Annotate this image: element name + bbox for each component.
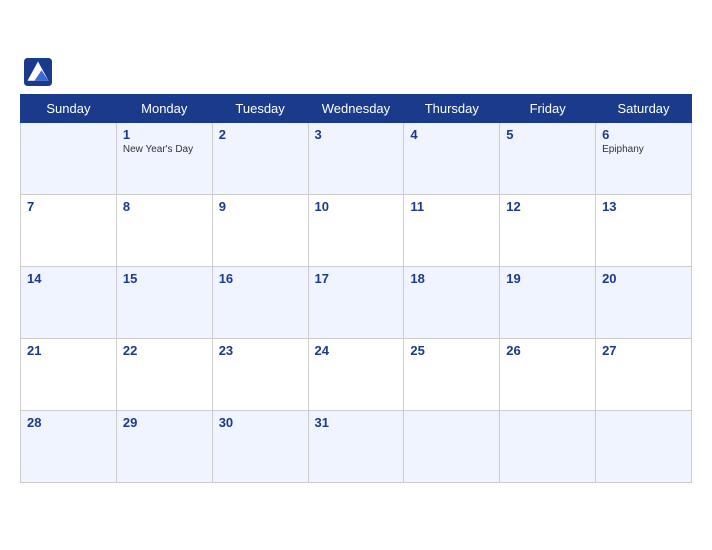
calendar-cell: 19 [500, 266, 596, 338]
day-number: 1 [123, 127, 206, 142]
calendar-cell: 12 [500, 194, 596, 266]
week-row-1: 789 10 11 12 13 [21, 194, 692, 266]
day-number: 3 [315, 127, 398, 142]
day-number: 27 [602, 343, 685, 358]
calendar-cell [500, 410, 596, 482]
day-number: 9 [219, 199, 302, 214]
calendar-thead: SundayMondayTuesdayWednesdayThursdayFrid… [21, 94, 692, 122]
week-row-2: 14 15 16 17 18 19 20 [21, 266, 692, 338]
day-number: 23 [219, 343, 302, 358]
calendar-cell: 16 [212, 266, 308, 338]
day-number: 19 [506, 271, 589, 286]
calendar-cell: 7 [21, 194, 117, 266]
calendar-cell: 21 [21, 338, 117, 410]
calendar-cell: 26 [500, 338, 596, 410]
day-number: 7 [27, 199, 110, 214]
day-number: 22 [123, 343, 206, 358]
day-number: 14 [27, 271, 110, 286]
day-number: 24 [315, 343, 398, 358]
calendar-cell: 6 Epiphany [596, 122, 692, 194]
day-number: 15 [123, 271, 206, 286]
weekday-header-sunday: Sunday [21, 94, 117, 122]
calendar-cell: 23 [212, 338, 308, 410]
day-number: 10 [315, 199, 398, 214]
weekday-header-wednesday: Wednesday [308, 94, 404, 122]
calendar-cell: 11 [404, 194, 500, 266]
day-number: 28 [27, 415, 110, 430]
day-number: 20 [602, 271, 685, 286]
calendar-cell: 2 [212, 122, 308, 194]
day-number: 18 [410, 271, 493, 286]
calendar-cell: 18 [404, 266, 500, 338]
calendar-cell: 1 New Year's Day [116, 122, 212, 194]
calendar-cell: 4 [404, 122, 500, 194]
day-number: 11 [410, 199, 493, 214]
day-number: 17 [315, 271, 398, 286]
day-number: 2 [219, 127, 302, 142]
calendar-cell: 5 [500, 122, 596, 194]
weekday-header-saturday: Saturday [596, 94, 692, 122]
calendar-tbody: 1New Year's Day23456Epiphany789101112131… [21, 122, 692, 482]
week-row-0: 1 New Year's Day 23456 Epiphany [21, 122, 692, 194]
generalblue-logo-icon [24, 58, 52, 86]
weekday-header-monday: Monday [116, 94, 212, 122]
holiday-label: Epiphany [602, 144, 685, 155]
weekday-header-tuesday: Tuesday [212, 94, 308, 122]
day-number: 5 [506, 127, 589, 142]
day-number: 30 [219, 415, 302, 430]
calendar-cell [596, 410, 692, 482]
calendar-cell: 22 [116, 338, 212, 410]
day-number: 6 [602, 127, 685, 142]
day-number: 29 [123, 415, 206, 430]
holiday-label: New Year's Day [123, 144, 206, 155]
day-number: 12 [506, 199, 589, 214]
calendar-cell: 17 [308, 266, 404, 338]
day-number: 31 [315, 415, 398, 430]
calendar-cell: 27 [596, 338, 692, 410]
calendar-cell: 29 [116, 410, 212, 482]
calendar-cell: 31 [308, 410, 404, 482]
weekday-header-friday: Friday [500, 94, 596, 122]
week-row-4: 28 29 30 31 [21, 410, 692, 482]
day-number: 25 [410, 343, 493, 358]
calendar-cell: 8 [116, 194, 212, 266]
day-number: 4 [410, 127, 493, 142]
calendar-cell [404, 410, 500, 482]
day-number: 13 [602, 199, 685, 214]
week-row-3: 21 22 23 24 25 26 27 [21, 338, 692, 410]
weekday-header-thursday: Thursday [404, 94, 500, 122]
day-number: 26 [506, 343, 589, 358]
calendar-cell: 13 [596, 194, 692, 266]
calendar-header [20, 58, 692, 86]
calendar-cell: 15 [116, 266, 212, 338]
calendar-cell: 14 [21, 266, 117, 338]
logo-area [24, 58, 56, 86]
calendar-table: SundayMondayTuesdayWednesdayThursdayFrid… [20, 94, 692, 483]
day-number: 16 [219, 271, 302, 286]
calendar-wrapper: SundayMondayTuesdayWednesdayThursdayFrid… [0, 48, 712, 503]
calendar-cell: 30 [212, 410, 308, 482]
calendar-cell: 25 [404, 338, 500, 410]
calendar-cell: 3 [308, 122, 404, 194]
calendar-cell [21, 122, 117, 194]
calendar-cell: 28 [21, 410, 117, 482]
calendar-cell: 20 [596, 266, 692, 338]
day-number: 21 [27, 343, 110, 358]
calendar-cell: 9 [212, 194, 308, 266]
calendar-cell: 10 [308, 194, 404, 266]
day-number: 8 [123, 199, 206, 214]
weekday-header-row: SundayMondayTuesdayWednesdayThursdayFrid… [21, 94, 692, 122]
calendar-cell: 24 [308, 338, 404, 410]
